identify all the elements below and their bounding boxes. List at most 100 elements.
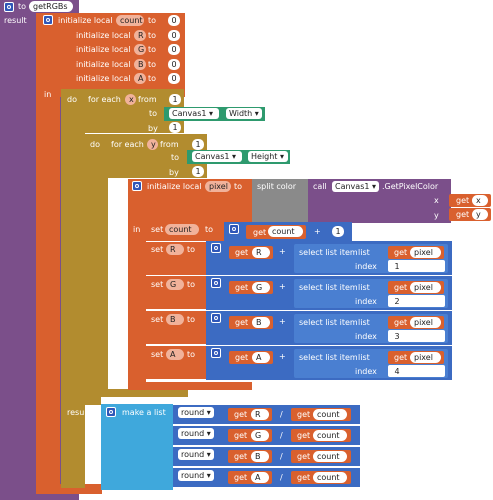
get-y-var[interactable]: y: [472, 209, 488, 220]
count-add-gear-icon[interactable]: [229, 224, 239, 234]
init-label-1: initialize local: [76, 31, 131, 40]
get-G-var[interactable]: G: [252, 282, 270, 293]
loop2-for-each-label: for each: [111, 140, 144, 149]
G-add-gear-icon[interactable]: [211, 278, 221, 288]
split-color-label: split color: [257, 182, 297, 191]
set-A-var[interactable]: A: [166, 349, 184, 360]
round-R-dropdown[interactable]: round ▾: [178, 407, 214, 418]
get-x-var[interactable]: x: [472, 195, 488, 206]
set-R-var[interactable]: R: [166, 244, 184, 255]
get-A-label: get: [235, 353, 249, 362]
get-A-result-label: get: [234, 473, 248, 482]
get-count-G-label: get: [297, 431, 311, 440]
get-count-B-label: get: [297, 452, 311, 461]
B-index-value[interactable]: 3: [391, 331, 403, 342]
get-B-var[interactable]: B: [252, 317, 270, 328]
set-count-var[interactable]: count: [165, 224, 199, 235]
loop2-var-y[interactable]: y: [147, 139, 158, 150]
init-value-G[interactable]: 0: [168, 44, 180, 55]
init-var-B[interactable]: B: [134, 59, 146, 70]
init-pixel-footer[interactable]: [128, 382, 252, 390]
get-B-result-var[interactable]: B: [251, 451, 269, 462]
canvas1-dropdown-x[interactable]: Canvas1 ▾: [169, 108, 219, 119]
B-add-gear-icon[interactable]: [211, 313, 221, 323]
init-value-A[interactable]: 0: [168, 73, 180, 84]
proc-result-label: result: [4, 16, 27, 25]
A-add-gear-icon[interactable]: [211, 348, 221, 358]
loop1-by-value[interactable]: 1: [169, 122, 181, 133]
call-y-label: y: [434, 211, 439, 220]
A-index-value[interactable]: 4: [391, 366, 403, 377]
get-R-var[interactable]: R: [252, 247, 270, 258]
loop1-var-x[interactable]: x: [125, 94, 136, 105]
loop1-for-each-label: for each: [88, 95, 121, 104]
init-to-2: to: [148, 45, 157, 54]
loop1-do-label: do: [67, 95, 77, 104]
call-label: call: [313, 182, 327, 191]
for-each-x-block[interactable]: [61, 89, 85, 488]
round-B-dropdown[interactable]: round ▾: [178, 449, 214, 460]
init-var-count[interactable]: count: [116, 15, 144, 26]
get-count-G-var[interactable]: count: [313, 430, 347, 441]
loop2-do-label: do: [90, 140, 100, 149]
get-pixel-color-method: .GetPixelColor: [382, 182, 439, 191]
select-A-label: select list item: [299, 353, 358, 362]
loop1-from-value[interactable]: 1: [169, 94, 181, 105]
round-A-dropdown[interactable]: round ▾: [178, 470, 214, 481]
canvas1-dropdown-y[interactable]: Canvas1 ▾: [192, 151, 242, 162]
init-pixel-body[interactable]: [128, 220, 146, 390]
get-count-var[interactable]: count: [268, 226, 303, 237]
A-divide-sign: /: [280, 473, 283, 482]
get-R-result-var[interactable]: R: [251, 409, 269, 420]
init-value-R[interactable]: 0: [168, 30, 180, 41]
get-count-A-var[interactable]: count: [313, 472, 347, 483]
mutator-gear-icon[interactable]: [4, 2, 14, 12]
get-count-B-var[interactable]: count: [313, 451, 347, 462]
G-index-value[interactable]: 2: [391, 296, 403, 307]
get-A-result-var[interactable]: A: [251, 472, 269, 483]
for-each-y-footer[interactable]: [84, 389, 188, 397]
get-R-result-label: get: [234, 410, 248, 419]
proc-name-field[interactable]: getRGBs: [29, 1, 73, 12]
width-dropdown[interactable]: Width ▾: [226, 108, 262, 119]
init-value-B[interactable]: 0: [168, 59, 180, 70]
get-count-R-var[interactable]: count: [313, 409, 347, 420]
select-R-label: select list item: [299, 248, 358, 257]
set-B-label: set: [151, 315, 164, 324]
round-G-dropdown[interactable]: round ▾: [178, 428, 214, 439]
R-add-gear-icon[interactable]: [211, 243, 221, 253]
get-A-var[interactable]: A: [252, 352, 270, 363]
pixel-mutator-gear-icon[interactable]: [132, 181, 142, 191]
loop2-from-value[interactable]: 1: [192, 139, 204, 150]
init-mutator-gear-icon[interactable]: [43, 15, 53, 25]
init-in-label: in: [44, 90, 52, 99]
get-pixel-R-var[interactable]: pixel: [410, 247, 441, 258]
loop2-by-value[interactable]: 1: [192, 166, 204, 177]
get-pixel-A-var[interactable]: pixel: [410, 352, 441, 363]
for-each-y-block[interactable]: [84, 134, 108, 392]
get-B-result-label: get: [234, 452, 248, 461]
set-B-var[interactable]: B: [166, 314, 184, 325]
height-dropdown[interactable]: Height ▾: [248, 151, 288, 162]
make-list-gear-icon[interactable]: [106, 407, 116, 417]
canvas1-call-dropdown[interactable]: Canvas1 ▾: [332, 181, 379, 192]
get-x-label: get: [456, 196, 470, 205]
init-var-R[interactable]: R: [134, 30, 146, 41]
get-G-result-var[interactable]: G: [251, 430, 269, 441]
get-pixel-G-var[interactable]: pixel: [410, 282, 441, 293]
init-local-body[interactable]: [36, 84, 60, 494]
get-pixel-B-var[interactable]: pixel: [410, 317, 441, 328]
set-R-to: to: [187, 245, 196, 254]
select-A-index-label: index: [355, 367, 377, 376]
select-B-label: select list item: [299, 318, 358, 327]
init-var-A[interactable]: A: [134, 73, 146, 84]
R-index-value[interactable]: 1: [391, 261, 403, 272]
pixel-var-name[interactable]: pixel: [205, 181, 231, 192]
init-to-1: to: [148, 31, 157, 40]
count-plus-sign: +: [314, 227, 321, 236]
init-value-count[interactable]: 0: [168, 15, 180, 26]
init-var-G[interactable]: G: [134, 44, 146, 55]
get-y-label: get: [456, 210, 470, 219]
set-G-var[interactable]: G: [166, 279, 184, 290]
count-plus-one[interactable]: 1: [332, 226, 344, 237]
